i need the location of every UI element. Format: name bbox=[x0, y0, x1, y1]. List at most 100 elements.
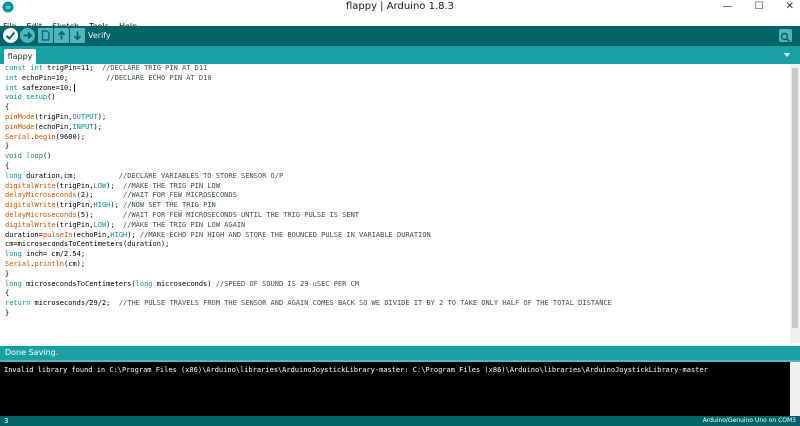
serial-monitor-button[interactable] bbox=[779, 29, 792, 43]
code-line[interactable]: delayMicroseconds(5); //WAIT FOR FEW MIC… bbox=[5, 211, 612, 221]
verify-icon bbox=[5, 31, 16, 40]
code-line[interactable]: duration=pulseIn(echoPin,HIGH); //MAKE E… bbox=[5, 231, 612, 241]
close-button[interactable]: ✕ bbox=[786, 0, 794, 14]
console-scrollbar[interactable] bbox=[790, 362, 800, 416]
code-token: loop bbox=[26, 152, 43, 161]
code-line[interactable]: Serial.println(cm); bbox=[5, 260, 612, 270]
scrollbar-thumb[interactable] bbox=[792, 68, 798, 328]
code-token: ); bbox=[110, 201, 124, 210]
code-token: long bbox=[5, 171, 22, 180]
code-token: //MAKE THE TRIG PIN LOW bbox=[123, 181, 220, 190]
code-line[interactable]: { bbox=[5, 162, 612, 172]
code-token: HIGH bbox=[110, 230, 128, 239]
code-line[interactable]: Serial.begin(9600); bbox=[5, 133, 612, 143]
tab-flappy[interactable]: flappy bbox=[4, 49, 36, 64]
upload-button[interactable] bbox=[20, 28, 35, 43]
code-token: } bbox=[5, 269, 10, 278]
code-token: (echoPin, bbox=[72, 230, 111, 239]
code-line[interactable]: } bbox=[5, 309, 612, 319]
code-token: println bbox=[34, 259, 65, 268]
code-token: pinMode bbox=[5, 122, 35, 131]
code-token: Serial bbox=[5, 259, 31, 268]
code-token: //SPEED OF SOUND IS 29 uSEC PER CM bbox=[215, 279, 360, 288]
console-output: Invalid library found in C:\Program File… bbox=[0, 362, 800, 416]
code-token: (2); bbox=[76, 191, 124, 200]
code-line[interactable]: long inch= cm/2.54; bbox=[5, 250, 612, 260]
status-bar: Done Saving. bbox=[0, 346, 800, 360]
new-button[interactable] bbox=[38, 28, 53, 43]
code-text[interactable]: const int trigPin=11; //DECLARE TRIG PIN… bbox=[5, 64, 612, 319]
code-line[interactable]: pinMode(trigPin,OUTPUT); bbox=[5, 113, 612, 123]
code-token: () bbox=[42, 152, 52, 161]
code-token: //MAKE THE TRIG PIN LOW AGAIN bbox=[123, 220, 246, 229]
code-token: (trigPin, bbox=[55, 220, 94, 229]
code-line[interactable]: } bbox=[5, 270, 612, 280]
code-token: //MAKE ECHO PIN HIGH AND STORE THE BOUNC… bbox=[139, 230, 431, 239]
code-line[interactable]: const int trigPin=11; //DECLARE TRIG PIN… bbox=[5, 64, 612, 74]
code-token: { bbox=[5, 103, 10, 112]
code-line[interactable]: void loop() bbox=[5, 152, 612, 162]
code-line[interactable]: long duration,cm; //DECLARE VARIABLES TO… bbox=[5, 172, 612, 182]
code-line[interactable]: cm=microsecondsToCentimeters(duration); bbox=[5, 240, 612, 250]
code-token: LOW bbox=[93, 181, 107, 190]
code-token: digitalWrite bbox=[5, 220, 56, 229]
code-line[interactable]: delayMicroseconds(2); //WAIT FOR FEW MIC… bbox=[5, 191, 612, 201]
code-token: //WAIT FOR FEW MICROSECONDS bbox=[123, 191, 237, 200]
code-token: //THE PULSE TRAVELS FROM THE SENSOR AND … bbox=[118, 299, 612, 308]
code-token: { bbox=[5, 161, 10, 170]
minimize-button[interactable]: — bbox=[723, 0, 733, 14]
tab-bar: flappy bbox=[0, 46, 800, 64]
save-icon bbox=[73, 31, 82, 41]
code-token: (trigPin, bbox=[34, 112, 73, 121]
code-token: setup bbox=[26, 93, 48, 102]
code-token: ); bbox=[93, 122, 102, 131]
code-token: //DECLARE ECHO PIN AT D10 bbox=[106, 73, 212, 82]
code-token: microseconds) bbox=[152, 279, 216, 288]
code-line[interactable]: return microseconds/29/2; //THE PULSE TR… bbox=[5, 299, 612, 309]
code-token: //WAIT FOR FEW MICROSECONDS UNTIL THE TR… bbox=[123, 210, 360, 219]
code-token: long bbox=[135, 279, 153, 288]
code-token: (echoPin, bbox=[34, 122, 73, 131]
window-title: flappy | Arduino 1.8.3 bbox=[345, 1, 455, 12]
code-token: } bbox=[5, 142, 10, 151]
code-token: long bbox=[5, 279, 22, 288]
code-line[interactable]: { bbox=[5, 103, 612, 113]
code-line[interactable]: digitalWrite(trigPin,LOW); //MAKE THE TR… bbox=[5, 182, 612, 192]
code-token: ); bbox=[106, 181, 124, 190]
console-text: Invalid library found in C:\Program File… bbox=[4, 366, 708, 374]
code-token: //NOW SET THE TRIG PIN bbox=[123, 201, 216, 210]
editor-scrollbar[interactable] bbox=[790, 64, 800, 343]
code-token: long bbox=[5, 250, 22, 259]
code-line[interactable]: int echoPin=10; //DECLARE ECHO PIN AT D1… bbox=[5, 74, 612, 84]
code-token: () bbox=[47, 93, 56, 102]
code-line[interactable]: digitalWrite(trigPin,LOW); //MAKE THE TR… bbox=[5, 221, 612, 231]
window-controls: — ☐ ✕ bbox=[723, 0, 794, 14]
code-token: void bbox=[5, 93, 22, 102]
code-token: echoPin=10; bbox=[17, 73, 107, 82]
code-line[interactable]: digitalWrite(trigPin,HIGH); //NOW SET TH… bbox=[5, 201, 612, 211]
code-token: trigPin=11; bbox=[42, 64, 102, 72]
text-cursor bbox=[74, 83, 76, 92]
code-token: OUTPUT bbox=[72, 112, 98, 121]
save-button[interactable] bbox=[70, 28, 85, 43]
code-token: { bbox=[5, 289, 10, 298]
open-button[interactable] bbox=[54, 28, 69, 43]
code-token: (trigPin, bbox=[55, 181, 94, 190]
maximize-button[interactable]: ☐ bbox=[755, 0, 764, 14]
verify-button[interactable] bbox=[3, 28, 18, 43]
board-port-info: Arduino/Genuino Uno on COM3 bbox=[702, 417, 796, 424]
code-line[interactable]: void setup() bbox=[5, 93, 612, 103]
code-token: cm=microsecondsToCentimeters(duration); bbox=[5, 240, 170, 249]
code-token: pinMode bbox=[5, 112, 35, 121]
code-line[interactable]: } bbox=[5, 142, 612, 152]
code-line[interactable]: { bbox=[5, 289, 612, 299]
footer-bar: 3 Arduino/Genuino Uno on COM3 bbox=[0, 416, 800, 426]
code-line[interactable]: long microsecondsToCentimeters(long micr… bbox=[5, 280, 612, 290]
code-token: safezone=10; bbox=[17, 83, 73, 92]
code-token: microsecondsToCentimeters( bbox=[21, 279, 136, 288]
code-editor[interactable]: const int trigPin=11; //DECLARE TRIG PIN… bbox=[0, 64, 800, 343]
code-line[interactable]: int safezone=10; bbox=[5, 83, 612, 94]
code-token: (5); bbox=[76, 210, 124, 219]
dropdown-arrow-icon[interactable] bbox=[780, 48, 794, 62]
code-line[interactable]: pinMode(echoPin,INPUT); bbox=[5, 123, 612, 133]
